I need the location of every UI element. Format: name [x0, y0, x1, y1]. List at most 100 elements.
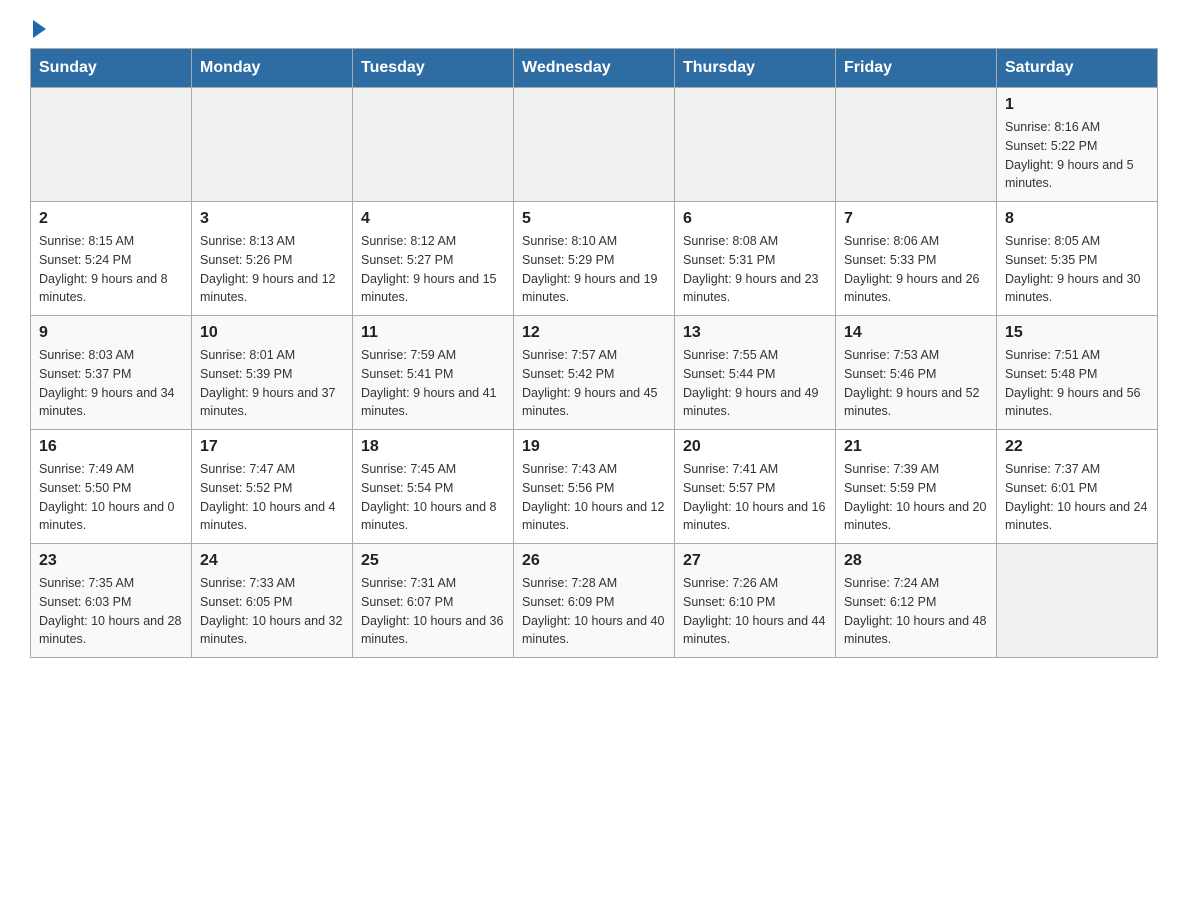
calendar-cell: 11 Sunrise: 7:59 AM Sunset: 5:41 PM Dayli…: [353, 316, 514, 430]
calendar-cell: 15 Sunrise: 7:51 AM Sunset: 5:48 PM Dayli…: [997, 316, 1158, 430]
day-number: 24: [200, 552, 344, 570]
calendar-cell: 26 Sunrise: 7:28 AM Sunset: 6:09 PM Dayli…: [514, 544, 675, 658]
calendar-cell: 18 Sunrise: 7:45 AM Sunset: 5:54 PM Dayli…: [353, 430, 514, 544]
day-number: 2: [39, 210, 183, 228]
day-number: 8: [1005, 210, 1149, 228]
day-info: Sunrise: 8:10 AM Sunset: 5:29 PM Dayligh…: [522, 232, 666, 307]
calendar-cell: 6 Sunrise: 8:08 AM Sunset: 5:31 PM Daylig…: [675, 202, 836, 316]
day-number: 3: [200, 210, 344, 228]
calendar-cell: 9Sunrise: 8:03 AM Sunset: 5:37 PM Daylig…: [31, 316, 192, 430]
day-number: 11: [361, 324, 505, 342]
calendar-cell: 14 Sunrise: 7:53 AM Sunset: 5:46 PM Dayli…: [836, 316, 997, 430]
calendar-cell: 16Sunrise: 7:49 AM Sunset: 5:50 PM Dayli…: [31, 430, 192, 544]
day-info: Sunrise: 8:12 AM Sunset: 5:27 PM Dayligh…: [361, 232, 505, 307]
calendar-week-row: 16Sunrise: 7:49 AM Sunset: 5:50 PM Dayli…: [31, 430, 1158, 544]
calendar-cell: 19 Sunrise: 7:43 AM Sunset: 5:56 PM Dayli…: [514, 430, 675, 544]
calendar-cell: 5Sunrise: 8:10 AM Sunset: 5:29 PM Daylig…: [514, 202, 675, 316]
day-info: Sunrise: 7:28 AM Sunset: 6:09 PM Dayligh…: [522, 574, 666, 649]
calendar-cell: 25 Sunrise: 7:31 AM Sunset: 6:07 PM Dayli…: [353, 544, 514, 658]
day-number: 6: [683, 210, 827, 228]
calendar-cell: 10 Sunrise: 8:01 AM Sunset: 5:39 PM Dayli…: [192, 316, 353, 430]
calendar-week-row: 9Sunrise: 8:03 AM Sunset: 5:37 PM Daylig…: [31, 316, 1158, 430]
calendar-cell: 13 Sunrise: 7:55 AM Sunset: 5:44 PM Dayli…: [675, 316, 836, 430]
day-info: Sunrise: 7:33 AM Sunset: 6:05 PM Dayligh…: [200, 574, 344, 649]
day-number: 19: [522, 438, 666, 456]
day-number: 20: [683, 438, 827, 456]
col-header-thursday: Thursday: [675, 49, 836, 88]
calendar-cell: 21Sunrise: 7:39 AM Sunset: 5:59 PM Dayli…: [836, 430, 997, 544]
calendar-cell: [31, 88, 192, 202]
col-header-friday: Friday: [836, 49, 997, 88]
calendar-week-row: 23 Sunrise: 7:35 AM Sunset: 6:03 PM Dayli…: [31, 544, 1158, 658]
day-number: 14: [844, 324, 988, 342]
calendar-cell: 23 Sunrise: 7:35 AM Sunset: 6:03 PM Dayli…: [31, 544, 192, 658]
day-number: 12: [522, 324, 666, 342]
calendar-cell: 8 Sunrise: 8:05 AM Sunset: 5:35 PM Daylig…: [997, 202, 1158, 316]
calendar-week-row: 1Sunrise: 8:16 AM Sunset: 5:22 PM Daylig…: [31, 88, 1158, 202]
day-number: 21: [844, 438, 988, 456]
day-info: Sunrise: 7:57 AM Sunset: 5:42 PM Dayligh…: [522, 346, 666, 421]
day-number: 13: [683, 324, 827, 342]
day-number: 15: [1005, 324, 1149, 342]
day-info: Sunrise: 7:59 AM Sunset: 5:41 PM Dayligh…: [361, 346, 505, 421]
col-header-wednesday: Wednesday: [514, 49, 675, 88]
calendar-cell: 7Sunrise: 8:06 AM Sunset: 5:33 PM Daylig…: [836, 202, 997, 316]
day-number: 23: [39, 552, 183, 570]
calendar-cell: 28 Sunrise: 7:24 AM Sunset: 6:12 PM Dayli…: [836, 544, 997, 658]
day-info: Sunrise: 8:08 AM Sunset: 5:31 PM Dayligh…: [683, 232, 827, 307]
calendar-cell: 4 Sunrise: 8:12 AM Sunset: 5:27 PM Daylig…: [353, 202, 514, 316]
logo-text: [30, 20, 46, 38]
day-number: 28: [844, 552, 988, 570]
day-number: 22: [1005, 438, 1149, 456]
day-info: Sunrise: 7:43 AM Sunset: 5:56 PM Dayligh…: [522, 460, 666, 535]
day-info: Sunrise: 7:26 AM Sunset: 6:10 PM Dayligh…: [683, 574, 827, 649]
day-info: Sunrise: 8:15 AM Sunset: 5:24 PM Dayligh…: [39, 232, 183, 307]
day-info: Sunrise: 7:37 AM Sunset: 6:01 PM Dayligh…: [1005, 460, 1149, 535]
logo: [30, 20, 46, 38]
logo-line1: [30, 20, 46, 38]
day-info: Sunrise: 7:35 AM Sunset: 6:03 PM Dayligh…: [39, 574, 183, 649]
page-header: [30, 20, 1158, 38]
calendar-cell: 12 Sunrise: 7:57 AM Sunset: 5:42 PM Dayli…: [514, 316, 675, 430]
calendar-cell: 22 Sunrise: 7:37 AM Sunset: 6:01 PM Dayli…: [997, 430, 1158, 544]
calendar-table: SundayMondayTuesdayWednesdayThursdayFrid…: [30, 48, 1158, 658]
day-number: 10: [200, 324, 344, 342]
day-info: Sunrise: 7:49 AM Sunset: 5:50 PM Dayligh…: [39, 460, 183, 535]
calendar-week-row: 2 Sunrise: 8:15 AM Sunset: 5:24 PM Daylig…: [31, 202, 1158, 316]
calendar-cell: [192, 88, 353, 202]
calendar-cell: 3 Sunrise: 8:13 AM Sunset: 5:26 PM Daylig…: [192, 202, 353, 316]
calendar-cell: 2 Sunrise: 8:15 AM Sunset: 5:24 PM Daylig…: [31, 202, 192, 316]
day-info: Sunrise: 7:47 AM Sunset: 5:52 PM Dayligh…: [200, 460, 344, 535]
calendar-cell: 17Sunrise: 7:47 AM Sunset: 5:52 PM Dayli…: [192, 430, 353, 544]
day-info: Sunrise: 7:51 AM Sunset: 5:48 PM Dayligh…: [1005, 346, 1149, 421]
day-number: 4: [361, 210, 505, 228]
col-header-sunday: Sunday: [31, 49, 192, 88]
calendar-cell: [675, 88, 836, 202]
day-number: 25: [361, 552, 505, 570]
day-info: Sunrise: 8:01 AM Sunset: 5:39 PM Dayligh…: [200, 346, 344, 421]
calendar-cell: [836, 88, 997, 202]
calendar-header-row: SundayMondayTuesdayWednesdayThursdayFrid…: [31, 49, 1158, 88]
day-info: Sunrise: 8:03 AM Sunset: 5:37 PM Dayligh…: [39, 346, 183, 421]
day-info: Sunrise: 7:24 AM Sunset: 6:12 PM Dayligh…: [844, 574, 988, 649]
calendar-cell: [514, 88, 675, 202]
day-info: Sunrise: 8:13 AM Sunset: 5:26 PM Dayligh…: [200, 232, 344, 307]
col-header-tuesday: Tuesday: [353, 49, 514, 88]
day-info: Sunrise: 7:31 AM Sunset: 6:07 PM Dayligh…: [361, 574, 505, 649]
day-info: Sunrise: 7:45 AM Sunset: 5:54 PM Dayligh…: [361, 460, 505, 535]
col-header-saturday: Saturday: [997, 49, 1158, 88]
logo-chevron-icon: [33, 20, 46, 38]
day-info: Sunrise: 8:05 AM Sunset: 5:35 PM Dayligh…: [1005, 232, 1149, 307]
day-number: 26: [522, 552, 666, 570]
day-info: Sunrise: 7:53 AM Sunset: 5:46 PM Dayligh…: [844, 346, 988, 421]
calendar-cell: [353, 88, 514, 202]
col-header-monday: Monday: [192, 49, 353, 88]
day-number: 18: [361, 438, 505, 456]
day-info: Sunrise: 8:06 AM Sunset: 5:33 PM Dayligh…: [844, 232, 988, 307]
calendar-cell: [997, 544, 1158, 658]
day-info: Sunrise: 7:41 AM Sunset: 5:57 PM Dayligh…: [683, 460, 827, 535]
day-info: Sunrise: 7:55 AM Sunset: 5:44 PM Dayligh…: [683, 346, 827, 421]
day-info: Sunrise: 8:16 AM Sunset: 5:22 PM Dayligh…: [1005, 118, 1149, 193]
calendar-cell: 24 Sunrise: 7:33 AM Sunset: 6:05 PM Dayli…: [192, 544, 353, 658]
calendar-cell: 27Sunrise: 7:26 AM Sunset: 6:10 PM Dayli…: [675, 544, 836, 658]
